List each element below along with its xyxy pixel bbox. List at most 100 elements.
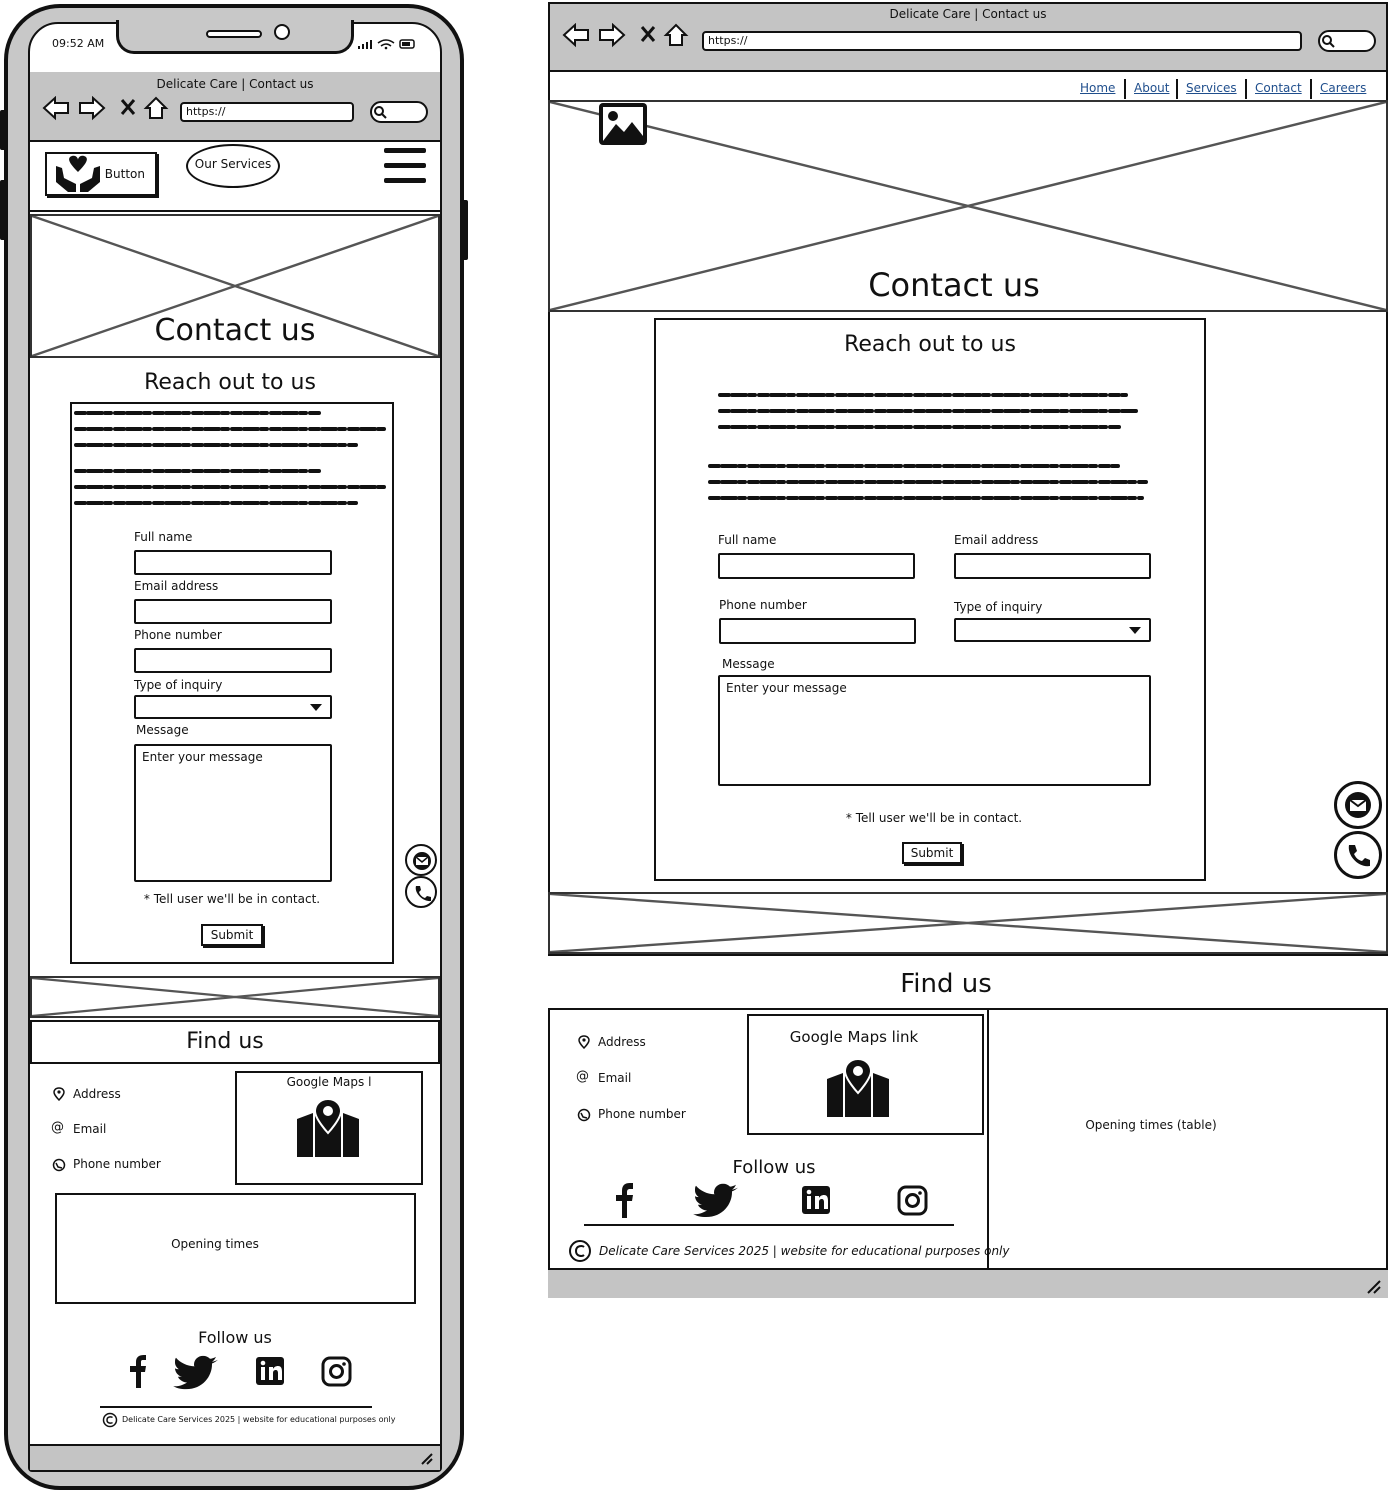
nav-services[interactable]: Services [1186, 81, 1237, 95]
mobile-browser-title: Delicate Care | Contact us [156, 77, 314, 91]
mobile-address-label: Address [73, 1087, 121, 1101]
copyright-icon [102, 1412, 118, 1428]
desktop-follow-heading: Follow us [732, 1157, 816, 1178]
floating-email-button[interactable] [1334, 781, 1382, 829]
mobile-phone-text: Phone number [73, 1157, 161, 1171]
desktop-page-title: Contact us [868, 266, 1040, 304]
floating-phone-button[interactable] [405, 876, 437, 908]
mobile-full-name-label: Full name [134, 530, 193, 544]
desktop-browser-title: Delicate Care | Contact us [889, 7, 1047, 21]
chevron-down-icon [310, 704, 322, 711]
mobile-follow-heading: Follow us [198, 1328, 272, 1347]
image-icon [599, 103, 647, 145]
mobile-url-bar[interactable]: https:// [180, 102, 354, 122]
mobile-maps-label: Google Maps l [286, 1075, 372, 1089]
status-icons [358, 39, 415, 50]
nav-careers[interactable]: Careers [1320, 81, 1366, 95]
facebook-icon [130, 1355, 146, 1388]
nav-separator [1124, 79, 1126, 99]
mobile-opening-times-label: Opening times [171, 1237, 259, 1251]
desktop-social-icons [616, 1183, 928, 1218]
desktop-form-heading: Reach out to us [844, 332, 1016, 357]
forward-arrow-icon [599, 23, 626, 48]
mobile-full-name-input[interactable] [134, 550, 332, 575]
desktop-phone-input[interactable] [719, 618, 916, 644]
search-icon [1322, 35, 1335, 48]
mobile-submit-label: Submit [210, 928, 254, 942]
mobile-phone-input[interactable] [134, 648, 332, 673]
linkedin-icon [802, 1186, 830, 1214]
nav-contact[interactable]: Contact [1255, 81, 1302, 95]
copyright-icon [569, 1240, 591, 1262]
desktop-address-label: Address [598, 1035, 646, 1049]
mobile-inquiry-label: Type of inquiry [134, 678, 223, 692]
mobile-email-label: Email address [134, 579, 219, 593]
desktop-full-name-input[interactable] [718, 553, 915, 579]
mobile-submit-button[interactable]: Submit [201, 924, 263, 946]
desktop-copyright-text: Delicate Care Services 2025 | website fo… [599, 1244, 1010, 1258]
mobile-email-text: Email [73, 1122, 107, 1136]
floating-phone-button[interactable] [1334, 831, 1382, 879]
mobile-social-icons [130, 1355, 352, 1390]
our-services-label: Our Services [194, 157, 272, 171]
desktop-footer-divider [584, 1224, 954, 1226]
location-pin-icon [578, 1035, 590, 1049]
at-icon: @ [576, 1069, 589, 1084]
heart-hands-icon [56, 155, 100, 192]
search-icon [374, 106, 387, 119]
back-arrow-icon [562, 23, 589, 48]
twitter-icon [692, 1183, 738, 1218]
desktop-message-placeholder: Enter your message [726, 681, 847, 695]
mobile-map-banner-placeholder [30, 976, 440, 1018]
mobile-footer-divider [100, 1406, 372, 1408]
stop-icon [640, 26, 656, 42]
desktop-submit-button[interactable]: Submit [902, 842, 962, 864]
email-icon [1345, 792, 1371, 818]
home-icon [143, 96, 169, 119]
hamburger-menu-icon[interactable] [384, 146, 426, 186]
desktop-email-text: Email [598, 1071, 632, 1085]
stop-icon [120, 99, 136, 115]
back-arrow-icon [42, 96, 69, 121]
desktop-phone-text: Phone number [598, 1107, 686, 1121]
desktop-form-note: * Tell user we'll be in contact. [845, 811, 1023, 825]
desktop-url-bar[interactable]: https:// [702, 31, 1302, 51]
desktop-email-label: Email address [954, 533, 1039, 547]
phone-speaker [206, 30, 262, 38]
desktop-opening-times-label: Opening times (table) [1085, 1118, 1217, 1132]
facebook-icon [616, 1183, 633, 1218]
desktop-map-banner-placeholder [548, 892, 1388, 954]
twitter-icon [172, 1355, 218, 1390]
floating-email-button[interactable] [405, 844, 437, 876]
mobile-find-us-heading: Find us [186, 1029, 264, 1054]
resize-grip-icon[interactable] [420, 1452, 434, 1466]
mobile-copyright-text: Delicate Care Services 2025 | website fo… [122, 1415, 396, 1424]
desktop-maps-label: Google Maps link [789, 1028, 919, 1046]
linkedin-icon [256, 1357, 284, 1385]
phone-small-icon [577, 1108, 591, 1122]
desktop-message-textarea[interactable]: Enter your message [718, 675, 1151, 786]
nav-home[interactable]: Home [1080, 81, 1115, 95]
chevron-down-icon [1129, 627, 1141, 634]
phone-icon [415, 886, 431, 902]
email-icon [413, 852, 431, 870]
desktop-email-input[interactable] [954, 553, 1151, 579]
mobile-nav-icons [42, 96, 169, 121]
forward-arrow-icon [79, 96, 106, 121]
nav-about[interactable]: About [1134, 81, 1169, 95]
desktop-inquiry-select[interactable] [954, 618, 1151, 642]
phone-camera [274, 24, 290, 40]
home-icon [663, 23, 689, 46]
mobile-scribble-text [74, 411, 388, 505]
desktop-submit-label: Submit [910, 846, 954, 860]
mobile-message-label: Message [136, 723, 189, 737]
instagram-icon [321, 1356, 352, 1387]
desktop-full-name-label: Full name [718, 533, 777, 547]
map-icon [297, 1099, 359, 1157]
phone-side-button [0, 110, 6, 150]
mobile-email-input[interactable] [134, 599, 332, 624]
resize-grip-icon[interactable] [1366, 1279, 1382, 1295]
mobile-inquiry-select[interactable] [134, 695, 332, 719]
logo-button-label: Button [104, 167, 145, 181]
mobile-message-textarea[interactable]: Enter your message [134, 744, 332, 882]
